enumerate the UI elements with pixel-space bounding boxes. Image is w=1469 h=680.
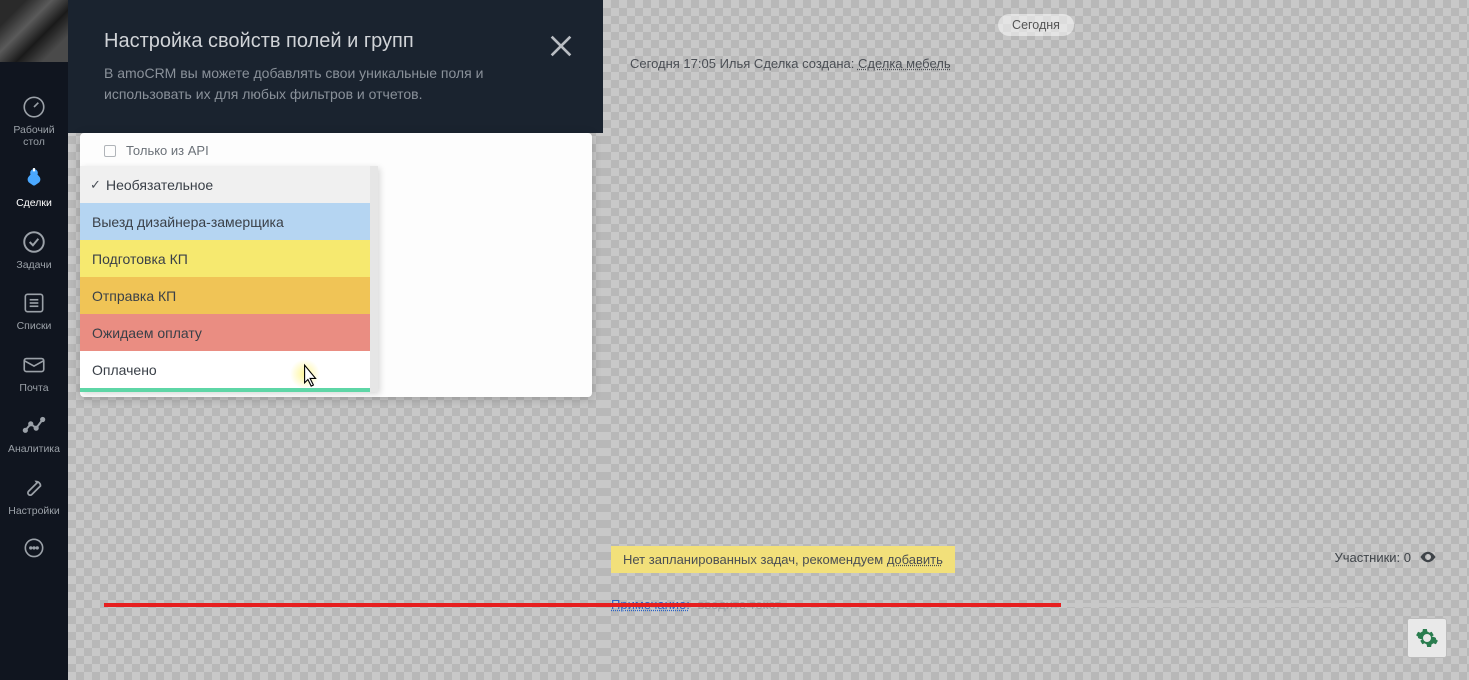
today-badge: Сегодня	[998, 14, 1074, 36]
sidebar-item-label: Списки	[17, 321, 52, 333]
mail-icon	[20, 351, 48, 379]
modal-title: Настройка свойств полей и групп	[104, 30, 575, 53]
option-label: Ожидаем оплату	[92, 325, 202, 341]
sidebar-item-label: Задачи	[16, 260, 51, 272]
field-settings-panel: Только из API Необязательное Выезд дизай…	[80, 133, 592, 397]
option-label: Отправка КП	[92, 288, 176, 304]
right-content-area: Сегодня Сегодня 17:05 Илья Сделка создан…	[603, 0, 1469, 680]
sidebar-item-analytics[interactable]: Аналитика	[0, 404, 68, 466]
participants-label: Участники: 0	[1334, 550, 1411, 565]
settings-gear-button[interactable]	[1407, 618, 1447, 658]
sidebar-item-settings[interactable]: Настройки	[0, 466, 68, 528]
gauge-icon	[20, 93, 48, 121]
add-task-link[interactable]: добавить	[887, 552, 943, 567]
sidebar-item-mail[interactable]: Почта	[0, 343, 68, 405]
no-tasks-text: Нет запланированных задач, рекомендуем	[623, 552, 887, 567]
checkbox-icon[interactable]	[104, 145, 116, 157]
option-label: Подготовка КП	[92, 251, 188, 267]
sidebar-item-dashboard[interactable]: Рабочий стол	[0, 85, 68, 158]
log-text: Сегодня 17:05 Илья Сделка создана:	[630, 56, 858, 71]
sidebar-item-label: Сделки	[16, 198, 52, 210]
api-only-row[interactable]: Только из API	[80, 133, 592, 166]
option-label: Оплачено	[92, 362, 157, 378]
participants-counter: Участники: 0	[1334, 548, 1437, 566]
modal-subtitle: В amoCRM вы можете добавлять свои уникал…	[104, 63, 524, 105]
sidebar-item-chat[interactable]	[0, 527, 68, 577]
option-label: Выезд дизайнера-замерщика	[92, 214, 284, 230]
log-link[interactable]: Сделка мебель	[858, 56, 951, 71]
sidebar-item-deals[interactable]: Сделки	[0, 158, 68, 220]
sidebar-item-tasks[interactable]: Задачи	[0, 220, 68, 282]
dropdown-option-selected[interactable]: Необязательное	[80, 166, 378, 203]
dropdown-accent-bar	[80, 388, 378, 392]
dropdown-option[interactable]: Ожидаем оплату	[80, 314, 378, 351]
sidebar-item-label: Аналитика	[8, 444, 60, 456]
modal-header: Настройка свойств полей и групп В amoCRM…	[68, 0, 603, 133]
sidebar-item-label: Рабочий стол	[13, 125, 54, 148]
dropdown-option[interactable]: Оплачено	[80, 351, 378, 388]
dropdown-option[interactable]: Подготовка КП	[80, 240, 378, 277]
sidebar-item-label: Почта	[19, 383, 48, 395]
wrench-icon	[20, 474, 48, 502]
analytics-icon	[20, 412, 48, 440]
eye-icon[interactable]	[1419, 548, 1437, 566]
scrollbar[interactable]	[370, 166, 378, 392]
dropdown-option[interactable]: Отправка КП	[80, 277, 378, 314]
sidebar-item-lists[interactable]: Списки	[0, 281, 68, 343]
status-dropdown: Необязательное Выезд дизайнера-замерщика…	[80, 166, 378, 392]
option-label: Необязательное	[106, 177, 213, 193]
sidebar: Рабочий стол Сделки Задачи Списки Почта …	[0, 0, 68, 680]
check-icon	[20, 228, 48, 256]
no-tasks-banner: Нет запланированных задач, рекомендуем д…	[611, 546, 955, 573]
dropdown-option[interactable]: Выезд дизайнера-замерщика	[80, 203, 378, 240]
deals-icon	[20, 166, 48, 194]
video-progress-buffer[interactable]	[1061, 603, 1370, 607]
close-button[interactable]	[545, 30, 577, 62]
sidebar-item-label: Настройки	[8, 506, 60, 518]
api-only-label: Только из API	[126, 143, 209, 158]
list-icon	[20, 289, 48, 317]
activity-log-entry: Сегодня 17:05 Илья Сделка создана: Сделк…	[630, 56, 951, 71]
chat-icon	[20, 535, 48, 563]
video-progress-played[interactable]	[104, 603, 1061, 607]
header-thumbnail	[0, 0, 68, 62]
